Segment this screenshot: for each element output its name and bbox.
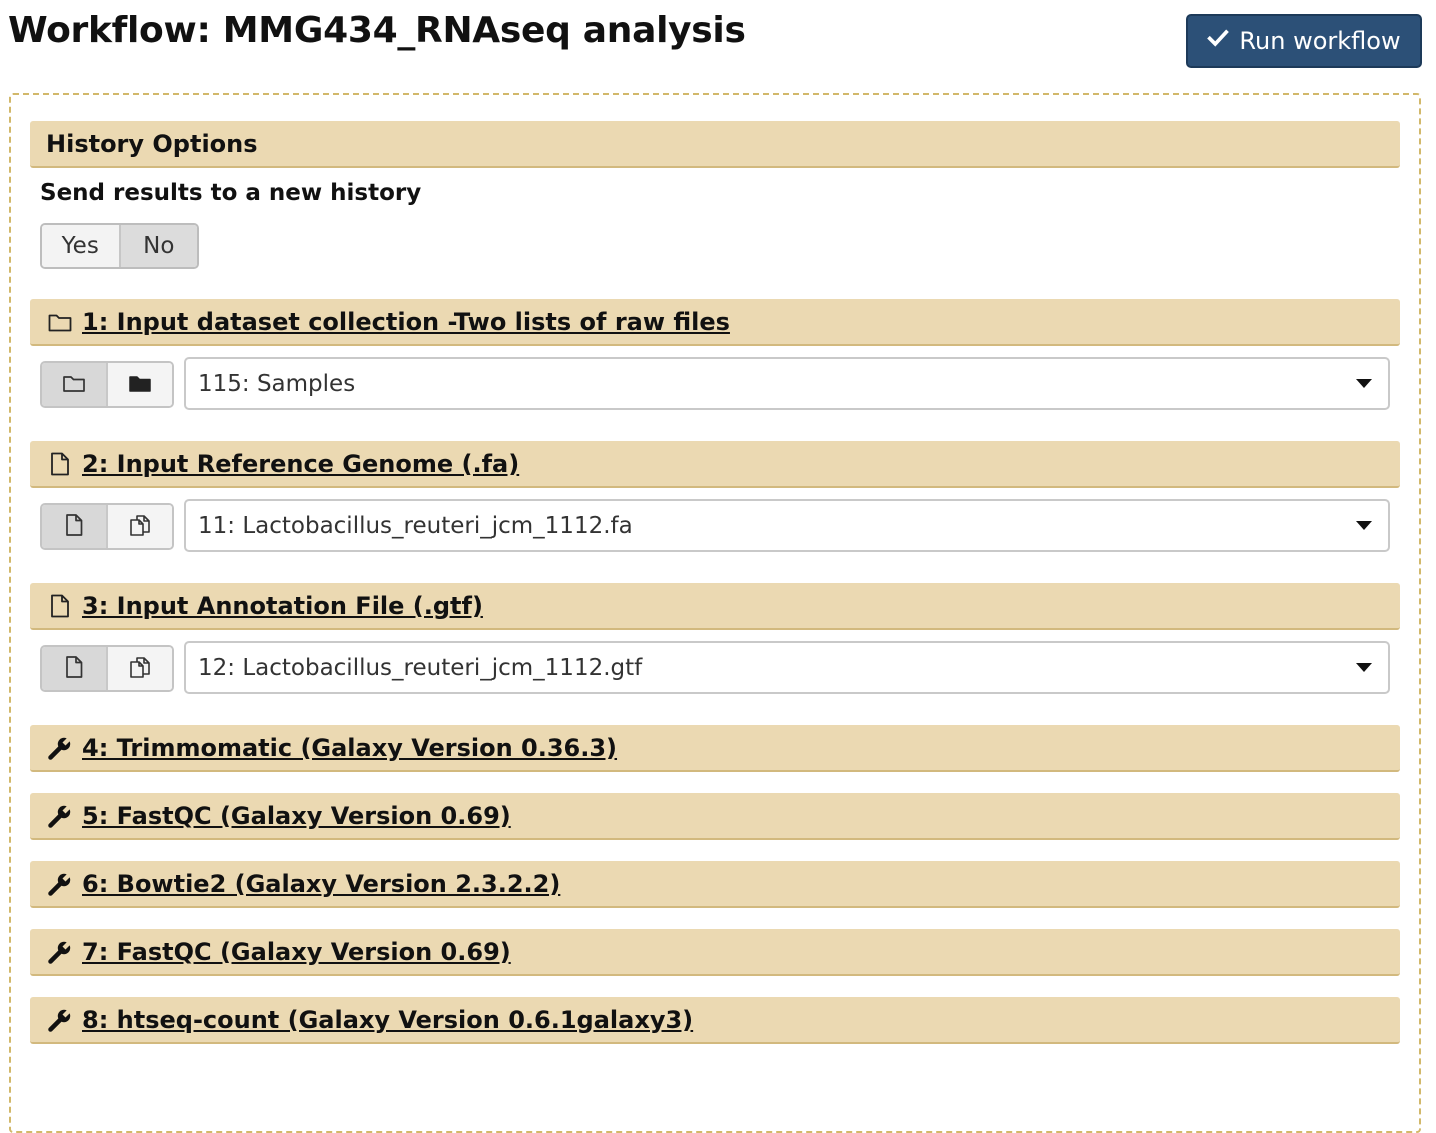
run-workflow-button[interactable]: Run workflow <box>1186 14 1422 68</box>
tool-step-4-header[interactable]: 4: Trimmomatic (Galaxy Version 0.36.3) <box>30 725 1400 772</box>
history-options-header: History Options <box>30 121 1400 168</box>
folder-outline-icon <box>61 370 87 400</box>
input-3-select[interactable]: 12: Lactobacillus_reuteri_jcm_1112.gtf <box>184 641 1390 694</box>
folder-filled-icon <box>127 370 153 400</box>
dropdown-caret-icon <box>1356 378 1372 388</box>
page-title: Workflow: MMG434_RNAseq analysis <box>8 10 746 51</box>
input-1-selected-value: 115: Samples <box>198 370 356 397</box>
input-3-selected-value: 12: Lactobacillus_reuteri_jcm_1112.gtf <box>198 654 643 681</box>
tool-step-5-title[interactable]: 5: FastQC (Galaxy Version 0.69) <box>82 802 511 830</box>
wrench-icon <box>46 1006 74 1034</box>
input-3-mode-buttons <box>40 645 174 692</box>
multiple-collections-button[interactable] <box>106 363 172 406</box>
wrench-icon <box>46 802 74 830</box>
single-dataset-button[interactable] <box>42 505 106 548</box>
wrench-icon <box>46 734 74 762</box>
files-copy-icon <box>127 654 153 684</box>
single-collection-button[interactable] <box>42 363 106 406</box>
input-step-2-title[interactable]: 2: Input Reference Genome (.fa) <box>82 450 519 478</box>
tool-step-6-title[interactable]: 6: Bowtie2 (Galaxy Version 2.3.2.2) <box>82 870 560 898</box>
history-options-title: History Options <box>46 129 258 158</box>
file-outline-icon <box>61 654 87 684</box>
tool-step-8-header[interactable]: 8: htseq-count (Galaxy Version 0.6.1gala… <box>30 997 1400 1044</box>
run-workflow-label: Run workflow <box>1239 27 1401 55</box>
multiple-datasets-button[interactable] <box>106 647 172 690</box>
dropdown-caret-icon <box>1356 520 1372 530</box>
input-2-selected-value: 11: Lactobacillus_reuteri_jcm_1112.fa <box>198 512 633 539</box>
tool-step-7-header[interactable]: 7: FastQC (Galaxy Version 0.69) <box>30 929 1400 976</box>
tool-step-5-header[interactable]: 5: FastQC (Galaxy Version 0.69) <box>30 793 1400 840</box>
checkmark-icon <box>1207 27 1230 55</box>
folder-icon <box>46 308 74 336</box>
new-history-toggle[interactable]: Yes No <box>40 223 199 269</box>
tool-step-7-title[interactable]: 7: FastQC (Galaxy Version 0.69) <box>82 938 511 966</box>
input-1-select[interactable]: 115: Samples <box>184 357 1390 410</box>
input-1-mode-buttons <box>40 361 174 408</box>
file-icon <box>46 592 74 620</box>
dropdown-caret-icon <box>1356 662 1372 672</box>
files-copy-icon <box>127 512 153 542</box>
input-step-1-header[interactable]: 1: Input dataset collection -Two lists o… <box>30 299 1400 346</box>
file-outline-icon <box>61 512 87 542</box>
input-2-mode-buttons <box>40 503 174 550</box>
input-step-1-title[interactable]: 1: Input dataset collection -Two lists o… <box>82 308 730 336</box>
multiple-datasets-button[interactable] <box>106 505 172 548</box>
toggle-yes-option[interactable]: Yes <box>42 225 119 267</box>
wrench-icon <box>46 938 74 966</box>
single-dataset-button[interactable] <box>42 647 106 690</box>
tool-step-8-title[interactable]: 8: htseq-count (Galaxy Version 0.6.1gala… <box>82 1006 693 1034</box>
toggle-no-option[interactable]: No <box>118 225 197 267</box>
input-2-select[interactable]: 11: Lactobacillus_reuteri_jcm_1112.fa <box>184 499 1390 552</box>
input-step-3-title[interactable]: 3: Input Annotation File (.gtf) <box>82 592 483 620</box>
tool-step-4-title[interactable]: 4: Trimmomatic (Galaxy Version 0.36.3) <box>82 734 617 762</box>
input-step-3-header[interactable]: 3: Input Annotation File (.gtf) <box>30 583 1400 630</box>
wrench-icon <box>46 870 74 898</box>
file-icon <box>46 450 74 478</box>
tool-step-6-header[interactable]: 6: Bowtie2 (Galaxy Version 2.3.2.2) <box>30 861 1400 908</box>
send-to-new-history-label: Send results to a new history <box>40 180 422 206</box>
input-step-2-header[interactable]: 2: Input Reference Genome (.fa) <box>30 441 1400 488</box>
